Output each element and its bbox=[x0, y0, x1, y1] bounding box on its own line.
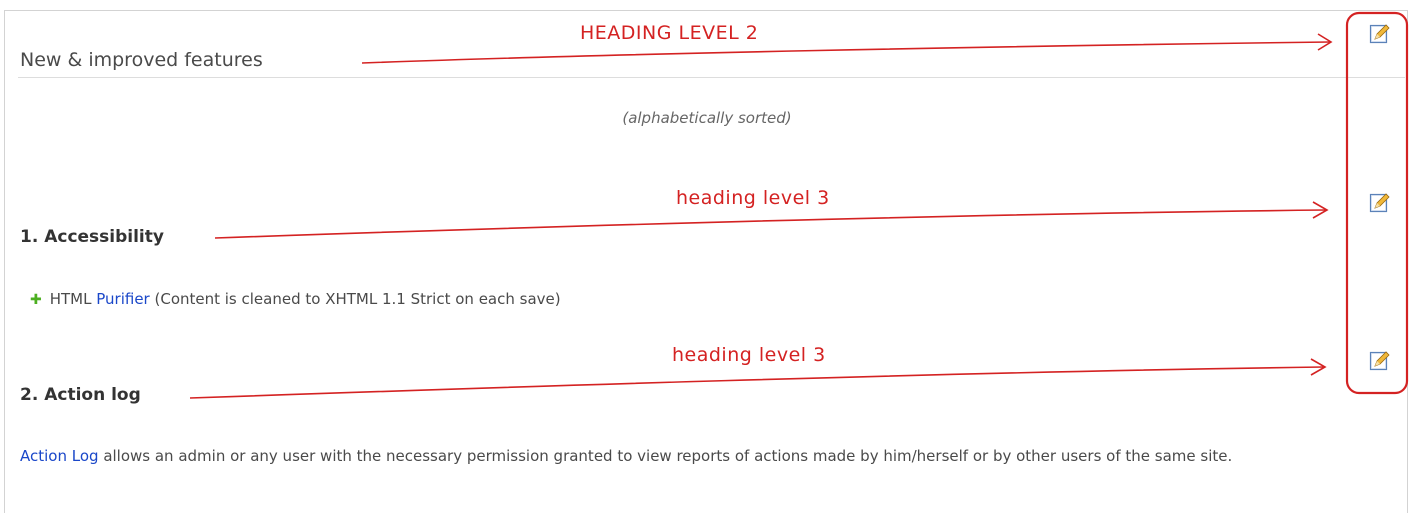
annotation-arrow bbox=[214, 209, 1327, 239]
annotation-highlight-box bbox=[1345, 11, 1409, 395]
annotation-heading-level-3-a: heading level 3 bbox=[676, 187, 830, 209]
annotation-arrow bbox=[189, 366, 1325, 399]
annotation-overlay bbox=[189, 11, 1409, 399]
annotation-heading-level-3-b: heading level 3 bbox=[672, 344, 826, 366]
annotation-arrow bbox=[361, 41, 1331, 64]
annotation-heading-level-2: HEADING LEVEL 2 bbox=[580, 22, 759, 44]
